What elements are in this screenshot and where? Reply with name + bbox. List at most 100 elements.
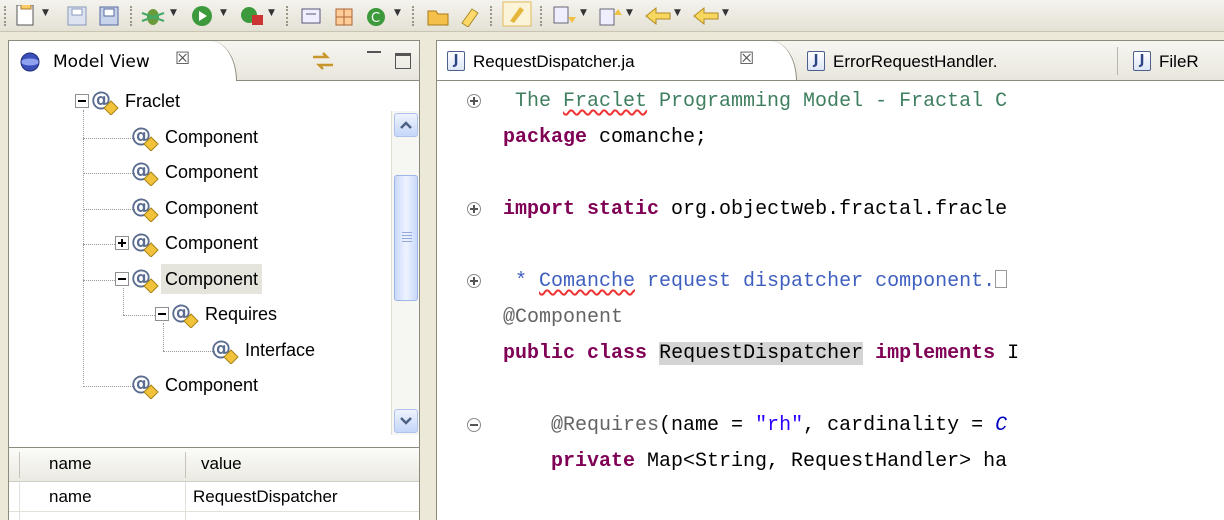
chevron-down-icon[interactable]: ▼ xyxy=(220,8,227,18)
tree-item[interactable]: @ Component xyxy=(115,228,262,258)
expand-icon[interactable] xyxy=(115,236,129,250)
save-button[interactable] xyxy=(66,1,90,27)
new-file-button[interactable] xyxy=(14,1,38,27)
toggle-mark-occurrences-button[interactable] xyxy=(502,1,532,27)
chevron-down-icon[interactable]: ▼ xyxy=(722,8,729,18)
close-icon[interactable]: ☒ xyxy=(175,49,190,69)
model-view-tab-label: Model View xyxy=(53,52,150,72)
chevron-down-icon[interactable]: ▼ xyxy=(580,8,587,18)
scroll-thumb[interactable] xyxy=(394,175,418,301)
column-divider[interactable] xyxy=(185,452,186,478)
tree-connector xyxy=(83,279,117,281)
chevron-down-icon[interactable]: ▼ xyxy=(394,8,401,18)
code-token: Programming Model - Fractal C xyxy=(647,90,1008,113)
tree-item[interactable]: @ Requires xyxy=(155,299,281,329)
code-token: "rh" xyxy=(755,414,804,437)
annotation-icon: @ xyxy=(211,336,239,364)
new-file-icon xyxy=(16,5,34,26)
code-line[interactable]: @Component xyxy=(503,306,623,330)
table-row[interactable]: name RequestDispatcher xyxy=(9,482,419,512)
save-all-button[interactable] xyxy=(98,1,122,27)
search-button[interactable] xyxy=(458,1,484,27)
toolbar-separator xyxy=(130,6,133,26)
properties-header: name value xyxy=(9,448,419,482)
chevron-down-icon[interactable]: ▼ xyxy=(268,8,275,18)
open-type-button[interactable] xyxy=(426,1,452,27)
maximize-icon[interactable] xyxy=(395,53,411,69)
tree-item[interactable]: @ Fraclet xyxy=(75,86,184,116)
expand-fold-icon[interactable] xyxy=(467,202,481,216)
link-with-editor-icon[interactable] xyxy=(309,49,337,73)
tab-request-dispatcher[interactable]: J RequestDispatcher.ja ☒ xyxy=(437,41,797,80)
tree-item-label: Component xyxy=(161,263,263,294)
collapse-icon[interactable] xyxy=(75,94,89,108)
tree-item[interactable]: @ Component xyxy=(115,157,262,187)
tree-connector xyxy=(83,244,117,245)
model-view-tabbar: Model View ☒ xyxy=(9,41,419,81)
run-button[interactable] xyxy=(190,1,214,27)
code-token: RequestDispatcher xyxy=(659,342,864,365)
table-row[interactable] xyxy=(9,512,419,520)
chevron-down-icon[interactable]: ▼ xyxy=(674,8,681,18)
tree-scrollbar[interactable] xyxy=(391,111,419,435)
column-header-value[interactable]: value xyxy=(201,454,242,474)
code-line[interactable]: public class RequestDispatcher implement… xyxy=(503,342,1019,366)
close-icon[interactable]: ☒ xyxy=(739,49,754,69)
tab-model-view[interactable]: Model View ☒ xyxy=(9,41,237,81)
tree-item[interactable]: @ Component xyxy=(115,263,263,294)
tree-item[interactable]: @ Component xyxy=(115,122,262,152)
code-token: org.objectweb.fractal.fracle xyxy=(659,198,1008,221)
property-value-cell[interactable]: RequestDispatcher xyxy=(193,487,338,507)
collapse-icon[interactable] xyxy=(155,307,169,321)
tree-item[interactable]: @ Component xyxy=(115,193,262,223)
annotation-icon: @ xyxy=(131,194,159,222)
external-tools-button[interactable] xyxy=(238,1,264,27)
code-line[interactable]: @Requires(name = "rh", cardinality = C xyxy=(503,414,1007,438)
debug-button[interactable] xyxy=(140,1,166,27)
scroll-up-button[interactable] xyxy=(394,113,418,137)
chevron-down-icon[interactable]: ▼ xyxy=(626,8,633,18)
expand-fold-icon[interactable] xyxy=(467,274,481,288)
previous-annotation-button[interactable] xyxy=(598,1,624,27)
folded-comment-marker[interactable] xyxy=(995,270,1008,288)
new-class-button[interactable]: C xyxy=(364,1,390,27)
collapse-fold-icon[interactable] xyxy=(467,418,481,432)
collapse-icon[interactable] xyxy=(115,271,129,286)
main-toolbar: ▼ ▼ ▼ ▼ C ▼ ▼ ▼ ▼ ▼ xyxy=(0,0,1224,32)
new-class-icon: C xyxy=(367,8,385,26)
code-line[interactable]: * Comanche request dispatcher component. xyxy=(503,270,1008,294)
chevron-down-icon[interactable]: ▼ xyxy=(42,8,49,18)
code-line[interactable]: import static org.objectweb.fractal.frac… xyxy=(503,198,1007,222)
code-token: class xyxy=(587,342,648,365)
new-package-button[interactable] xyxy=(332,1,358,27)
toolbar-separator xyxy=(412,6,415,26)
next-annotation-button[interactable] xyxy=(552,1,578,27)
column-header-name[interactable]: name xyxy=(49,454,92,474)
scroll-down-button[interactable] xyxy=(394,409,418,433)
new-project-button[interactable] xyxy=(300,1,326,27)
code-line[interactable]: package comanche; xyxy=(503,126,707,150)
tree-item-label: Fraclet xyxy=(125,91,181,111)
code-line[interactable]: private Map<String, RequestHandler> ha xyxy=(503,450,1007,474)
tab-error-request-handler[interactable]: J ErrorRequestHandler. xyxy=(797,41,1117,80)
editor-tab-label: FileR xyxy=(1159,52,1199,71)
code-token: package xyxy=(503,126,588,149)
tree-connector xyxy=(83,110,84,384)
tree-item[interactable]: @ Component xyxy=(115,370,262,400)
tree-item[interactable]: @ Interface xyxy=(195,335,319,365)
chevron-down-icon[interactable]: ▼ xyxy=(170,8,177,18)
code-area[interactable]: The Fraclet Programming Model - Fractal … xyxy=(437,82,1224,520)
code-line[interactable]: The Fraclet Programming Model - Fractal … xyxy=(503,90,1007,114)
expand-fold-icon[interactable] xyxy=(467,94,481,108)
code-token: implements xyxy=(875,342,996,365)
forward-button[interactable] xyxy=(692,1,720,27)
run-icon xyxy=(192,6,212,26)
chevron-up-icon xyxy=(400,121,412,129)
tab-file-request-handler[interactable]: J FileR xyxy=(1123,41,1224,80)
column-divider[interactable] xyxy=(19,452,20,478)
minimize-icon[interactable] xyxy=(367,51,381,61)
code-token: Map<String, RequestHandler> ha xyxy=(635,450,1008,473)
back-button[interactable] xyxy=(644,1,672,27)
